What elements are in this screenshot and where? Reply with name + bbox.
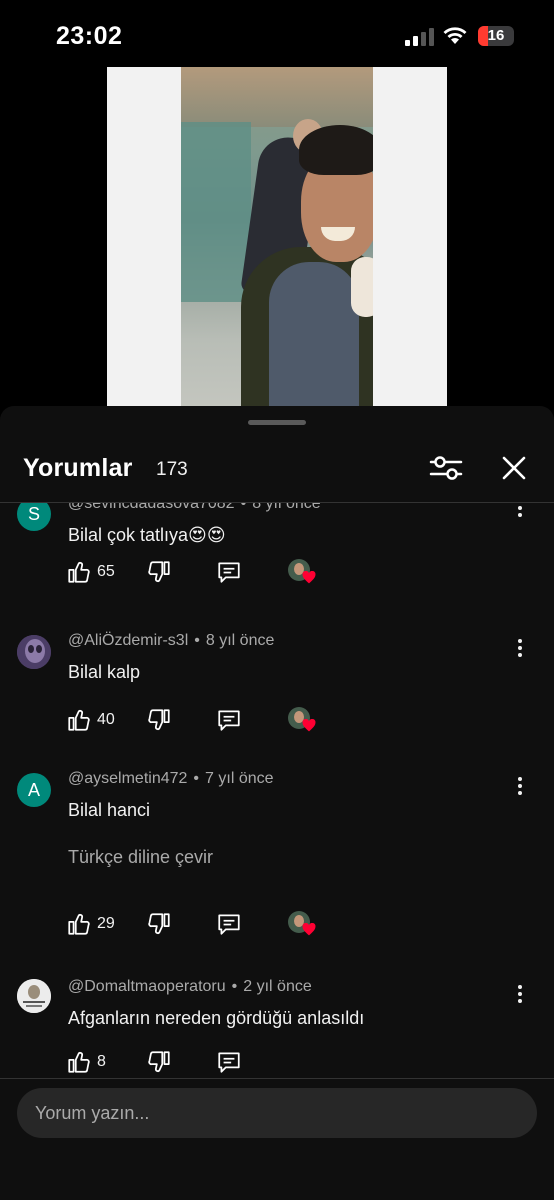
creator-heart — [288, 559, 318, 589]
comments-count: 173 — [156, 459, 188, 480]
more-options-button[interactable] — [510, 637, 530, 661]
comment-actions: 8 — [66, 1049, 366, 1078]
comment-text: Bilal çok tatlıya😍😍 — [68, 525, 226, 545]
comment-time: 8 yıl önce — [252, 503, 321, 512]
creator-heart — [288, 707, 318, 737]
dislike-button[interactable] — [146, 1049, 172, 1078]
comments-list[interactable]: S @sevincdadasova7082 • 8 yıl önce Bilal ç… — [0, 503, 554, 1078]
thumbs-up-icon — [68, 914, 90, 935]
comment-meta: @AliÖzdemir-s3l • 8 yıl önce — [68, 632, 275, 649]
comments-panel: Yorumlar 173 S @sevincdadasova7082 • 8 y… — [0, 406, 554, 1200]
avatar[interactable]: S — [17, 503, 51, 531]
comment-text: Bilal hanci — [68, 800, 151, 820]
drag-handle[interactable] — [248, 420, 306, 425]
comment-input[interactable] — [17, 1088, 537, 1138]
video-player[interactable] — [107, 67, 447, 408]
battery-icon: 16 — [478, 26, 514, 46]
avatar-image — [17, 979, 51, 1013]
comment-time: 8 yıl önce — [205, 632, 275, 649]
avatar-letter: A — [17, 773, 51, 807]
comment-time: 2 yıl önce — [243, 978, 312, 995]
heart-icon — [302, 923, 316, 936]
reply-button[interactable] — [216, 1049, 242, 1078]
like-count: 40 — [97, 711, 115, 728]
more-options-button[interactable] — [510, 775, 530, 799]
avatar[interactable]: A — [17, 773, 51, 807]
comment-text: Afganların nereden gördüğü anlasıldı — [68, 1008, 365, 1028]
close-icon — [502, 456, 526, 480]
comment-text: Bilal kalp — [68, 662, 141, 682]
thumbs-down-icon — [148, 1051, 170, 1072]
comment-actions: 65 — [66, 559, 366, 589]
comment-meta: @ayselmetin472 • 7 yıl önce — [68, 770, 274, 787]
sliders-icon — [429, 456, 463, 480]
creator-heart — [288, 911, 318, 941]
comment-author[interactable]: @Domaltmaoperatoru — [68, 978, 226, 995]
status-time: 23:02 — [56, 22, 123, 50]
comment-author[interactable]: @AliÖzdemir-s3l — [68, 632, 188, 649]
comment-meta: @sevincdadasova7082 • 8 yıl önce — [68, 503, 321, 513]
more-options-button[interactable] — [510, 503, 530, 521]
translate-link[interactable]: Türkçe diline çevir — [68, 847, 213, 868]
like-button[interactable]: 65 — [66, 559, 115, 589]
thumbs-down-icon — [148, 561, 170, 582]
reply-button[interactable] — [216, 559, 242, 589]
heart-icon — [302, 571, 316, 584]
reply-icon — [218, 1052, 240, 1073]
comment-meta: @Domaltmaoperatoru • 2 yıl önce — [68, 978, 312, 995]
wifi-icon — [443, 27, 467, 44]
thumbs-down-icon — [148, 709, 170, 730]
comment-author[interactable]: @ayselmetin472 — [68, 770, 187, 787]
comment-actions: 29 — [66, 911, 366, 941]
dislike-button[interactable] — [146, 559, 172, 589]
dislike-button[interactable] — [146, 707, 172, 737]
like-button[interactable]: 8 — [66, 1049, 106, 1078]
comment-time: 7 yıl önce — [205, 770, 274, 787]
more-options-button[interactable] — [510, 983, 530, 1007]
reply-icon — [218, 914, 240, 935]
avatar[interactable] — [17, 979, 51, 1013]
thumbs-up-icon — [68, 710, 90, 731]
reply-button[interactable] — [216, 911, 242, 941]
thumbs-up-icon — [68, 562, 90, 583]
like-count: 8 — [97, 1053, 106, 1070]
comments-title: Yorumlar — [23, 454, 133, 482]
avatar[interactable] — [17, 635, 51, 669]
like-count: 29 — [97, 915, 115, 932]
thumbs-down-icon — [148, 913, 170, 934]
reply-icon — [218, 710, 240, 731]
comment-actions: 40 — [66, 707, 366, 737]
avatar-letter: S — [17, 503, 51, 531]
battery-percent: 16 — [487, 27, 505, 44]
like-button[interactable]: 29 — [66, 911, 115, 941]
close-button[interactable] — [498, 452, 530, 484]
status-bar: 23:02 16 — [0, 0, 554, 70]
reply-button[interactable] — [216, 707, 242, 737]
avatar-image — [17, 635, 51, 669]
like-button[interactable]: 40 — [66, 707, 115, 737]
dislike-button[interactable] — [146, 911, 172, 941]
comment-author[interactable]: @sevincdadasova7082 — [68, 503, 235, 512]
sort-filter-button[interactable] — [428, 452, 464, 484]
video-thumbnail — [181, 67, 373, 408]
thumbs-up-icon — [68, 1052, 90, 1073]
like-count: 65 — [97, 563, 115, 580]
cellular-signal-icon — [405, 28, 434, 46]
heart-icon — [302, 719, 316, 732]
input-divider — [0, 1078, 554, 1079]
comments-header: Yorumlar 173 — [0, 434, 554, 502]
reply-icon — [218, 562, 240, 583]
